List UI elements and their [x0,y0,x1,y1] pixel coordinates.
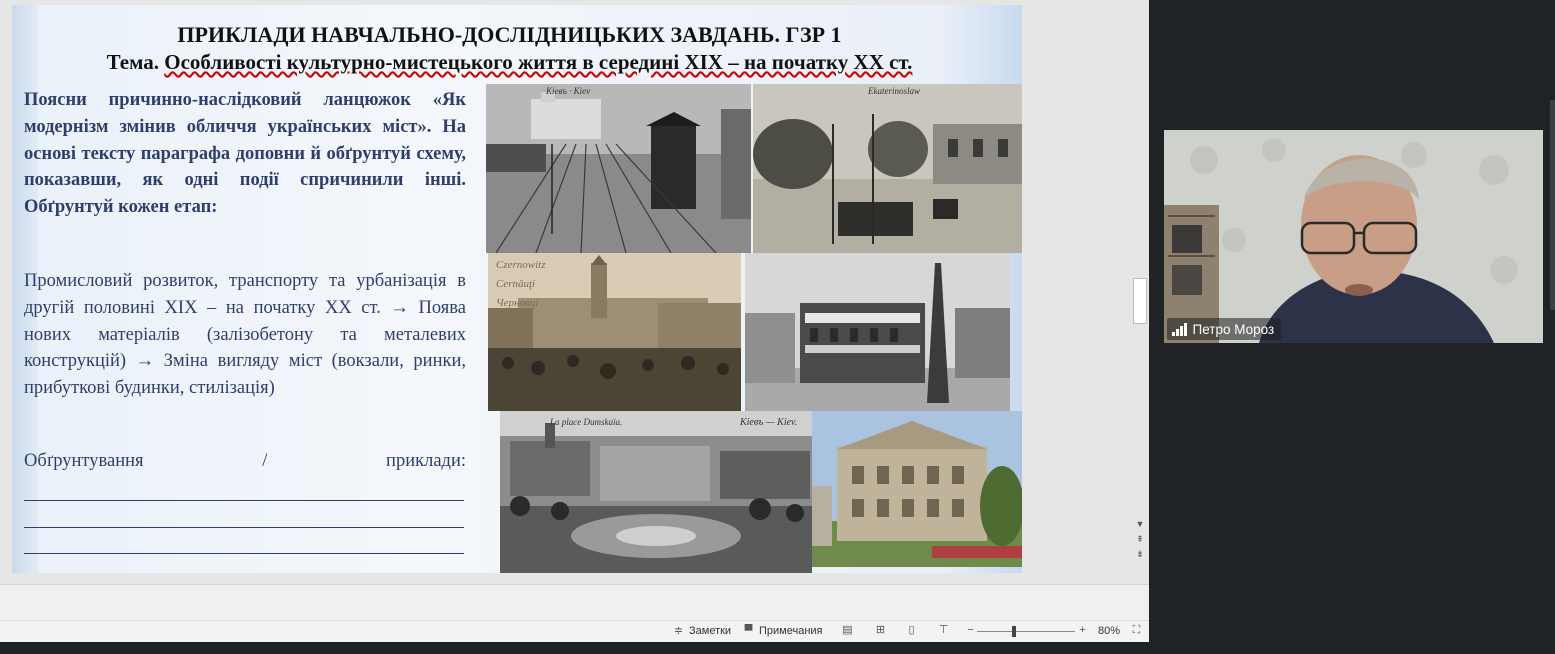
photo-caption: Кіевъ · Kiev [546,86,591,96]
notes-icon: ≑ [673,624,684,637]
normal-view-button[interactable]: ▤ [841,625,854,636]
cause-effect-chain: Промисловий розвиток, транспорту та урба… [24,271,466,399]
kyiv-street-picture [745,253,1010,411]
participant-name: Петро Мороз [1192,321,1275,337]
photo-caption: Кіевъ — Kiev. [740,417,798,428]
normal-view-icon: ▤ [842,624,853,636]
photo-kyiv-street-corner[interactable] [745,253,1010,411]
plus-icon: + [1079,624,1086,636]
reading-view-icon: ▯ [908,624,915,636]
topic-prefix: Тема. [106,50,165,74]
status-bar: ≑ Заметки ▀ Примечания ▤ ⊞ ▯ ⊤ − + 80% ⛶ [0,620,1149,642]
zoom-in-button[interactable]: + [1076,625,1089,636]
side-panel-edge [1550,100,1555,310]
photo-caption: La place Dumskaïa. [550,417,623,427]
justification-row: Обґрунтування / приклади: [24,451,466,472]
next-slide-icon[interactable]: ⇟ [1134,548,1146,560]
vertical-scrollbar[interactable]: ▼ ⇞ ⇟ [1131,0,1149,565]
photo-caption: Черновці [496,297,539,309]
photo-caption: Cernăuţi [496,278,536,290]
notes-button[interactable]: ≑ Заметки [672,625,731,637]
slide[interactable]: ПРИКЛАДИ НАВЧАЛЬНО-ДОСЛІДНИЦЬКИХ ЗАВДАНЬ… [12,5,1022,573]
justification-separator: / [262,451,268,471]
participant-video[interactable] [1164,130,1543,343]
fit-to-window-button[interactable]: ⛶ [1130,625,1143,636]
photo-caption: Czernowitz [496,259,546,271]
screen: ПРИКЛАДИ НАВЧАЛЬНО-ДОСЛІДНИЦЬКИХ ЗАВДАНЬ… [0,0,1555,654]
photo-ekaterinoslav-street[interactable]: Ekaterinoslaw [753,84,1022,253]
comment-icon: ▀ [744,624,753,637]
justification-examples: приклади: [386,451,466,471]
photo-chernivtsi-market[interactable]: Czernowitz Cernăuţi Черновці [488,253,741,411]
scroll-down-icon[interactable]: ▼ [1134,518,1146,530]
photo-caption: Ekaterinoslaw [868,86,920,96]
slide-sorter-icon: ⊞ [875,624,886,636]
dumska-square-picture [500,411,812,573]
slideshow-icon: ⊤ [938,624,949,636]
photo-kyiv-dumska-square[interactable]: La place Dumskaïa. Кіевъ — Kiev. [500,411,812,573]
house-with-chimaeras-picture [812,411,1022,567]
notes-label: Заметки [689,625,732,637]
photo-house-with-chimaeras[interactable] [812,411,1022,567]
answer-line [24,527,464,528]
zoom-level[interactable]: 80% [1098,625,1120,637]
ekaterinoslav-picture [753,84,1022,253]
minus-icon: − [967,624,974,636]
scrollbar-thumb[interactable] [1133,278,1147,324]
presentation-editor: ПРИКЛАДИ НАВЧАЛЬНО-ДОСЛІДНИЦЬКИХ ЗАВДАНЬ… [0,0,1149,620]
fit-window-icon: ⛶ [1132,624,1141,636]
comments-label: Примечания [759,625,823,637]
zoom-out-button[interactable]: − [964,625,977,636]
slide-sorter-button[interactable]: ⊞ [874,625,887,636]
slide-topic: Тема. Особливості культурно-мистецького … [12,50,1007,75]
justification-label: Обґрунтування [24,451,144,471]
signal-strength-icon [1172,322,1187,336]
answer-line [24,553,464,554]
task-instruction: Поясни причинно-наслідковий ланцюжок «Як… [24,90,466,218]
zoom-value: 80% [1098,625,1121,637]
slideshow-button[interactable]: ⊤ [937,625,950,636]
reading-view-button[interactable]: ▯ [905,625,918,636]
zoom-slider-handle[interactable] [1012,626,1017,637]
comments-button[interactable]: ▀ Примечания [742,625,823,637]
participant-video-picture [1164,130,1543,343]
photo-kyiv-railway-station[interactable]: Кіевъ · Kiev [486,84,751,253]
chernivtsi-picture [488,253,741,411]
topic-text: Особливості культурно-мистецького життя … [164,50,913,74]
slide-title: ПРИКЛАДИ НАВЧАЛЬНО-ДОСЛІДНИЦЬКИХ ЗАВДАНЬ… [177,22,842,47]
answer-line [24,500,464,501]
zoom-slider[interactable] [977,631,1075,632]
notes-pane[interactable] [0,584,1149,620]
participant-nameplate: Петро Мороз [1167,318,1282,340]
railway-station-picture [486,84,751,253]
previous-slide-icon[interactable]: ⇞ [1134,533,1146,545]
